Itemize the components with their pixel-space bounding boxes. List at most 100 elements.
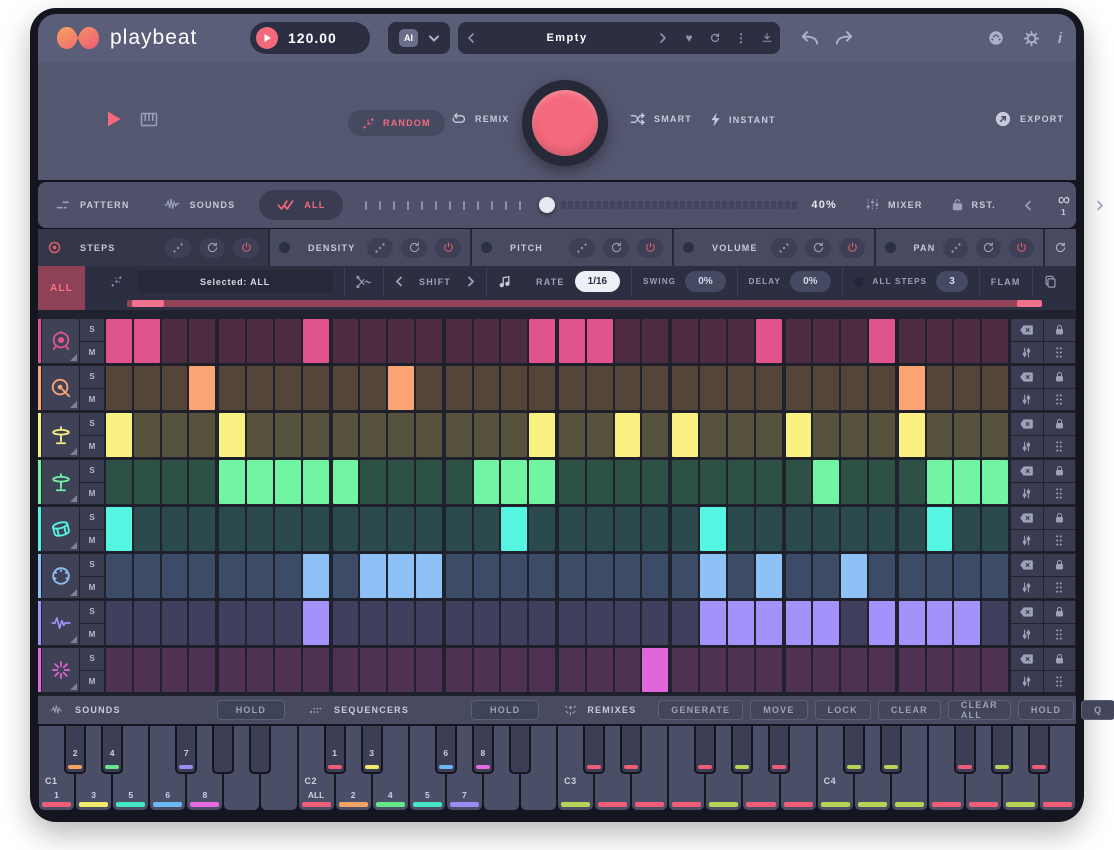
step-kick-25[interactable]	[786, 319, 812, 363]
step-synth-6[interactable]	[247, 601, 273, 645]
step-snare-7[interactable]	[275, 366, 301, 410]
randomize-pitch-dice-icon[interactable]	[569, 238, 595, 258]
step-synth-27[interactable]	[841, 601, 867, 645]
step-kick-32[interactable]	[982, 319, 1008, 363]
step-tom-4[interactable]	[189, 507, 215, 551]
step-hihat-1-3[interactable]	[162, 413, 188, 457]
step-snare-12[interactable]	[416, 366, 442, 410]
step-synth-8-active[interactable]	[303, 601, 329, 645]
step-tambourine-16[interactable]	[529, 554, 555, 598]
clear-x-icon-hihat-1[interactable]	[1011, 413, 1043, 435]
sliders-icon-clap[interactable]	[1011, 671, 1043, 693]
step-snare-9[interactable]	[333, 366, 359, 410]
step-tom-21[interactable]	[672, 507, 698, 551]
step-hihat-1-24[interactable]	[756, 413, 782, 457]
step-clap-26[interactable]	[813, 648, 839, 692]
step-hihat-1-8[interactable]	[303, 413, 329, 457]
step-snare-25[interactable]	[786, 366, 812, 410]
reset-button[interactable]: RST.	[972, 200, 996, 210]
step-clap-8[interactable]	[303, 648, 329, 692]
step-tom-19[interactable]	[615, 507, 641, 551]
step-hihat-1-1-active[interactable]	[106, 413, 132, 457]
power-volume-icon[interactable]	[839, 238, 865, 258]
step-hihat-1-21-active[interactable]	[672, 413, 698, 457]
step-clap-4[interactable]	[189, 648, 215, 692]
step-tom-30-active[interactable]	[927, 507, 953, 551]
step-clap-15[interactable]	[501, 648, 527, 692]
step-synth-5[interactable]	[219, 601, 245, 645]
all-steps-value[interactable]: 3	[936, 271, 968, 292]
smart-button[interactable]: SMART	[630, 112, 692, 126]
info-icon[interactable]: i	[1058, 30, 1062, 47]
reset-volume-icon[interactable]	[805, 238, 831, 258]
clear-x-icon-snare[interactable]	[1011, 366, 1043, 388]
drag-dots-icon-tom[interactable]	[1044, 530, 1076, 552]
step-synth-15[interactable]	[501, 601, 527, 645]
step-hihat-2-7-active[interactable]	[275, 460, 301, 504]
step-tambourine-18[interactable]	[587, 554, 613, 598]
step-snare-13[interactable]	[446, 366, 472, 410]
power-pitch-icon[interactable]	[637, 238, 663, 258]
pattern-tab[interactable]: PATTERN	[80, 200, 130, 210]
black-key[interactable]	[880, 726, 902, 774]
step-kick-24-active[interactable]	[756, 319, 782, 363]
step-hihat-2-1[interactable]	[106, 460, 132, 504]
step-hihat-2-13[interactable]	[446, 460, 472, 504]
step-hihat-2-3[interactable]	[162, 460, 188, 504]
step-hihat-1-15[interactable]	[501, 413, 527, 457]
reset-steps-icon[interactable]	[199, 238, 225, 258]
step-tambourine-20[interactable]	[642, 554, 668, 598]
settings-gear-icon[interactable]	[1023, 30, 1040, 47]
black-key[interactable]	[1028, 726, 1050, 774]
step-snare-10[interactable]	[360, 366, 386, 410]
step-tambourine-21[interactable]	[672, 554, 698, 598]
remix-button[interactable]: REMIX	[450, 112, 510, 126]
solo-button-snare[interactable]: S	[80, 366, 104, 388]
step-hihat-1-5-active[interactable]	[219, 413, 245, 457]
loop-prev-icon[interactable]	[1024, 200, 1032, 211]
black-key-1[interactable]: 1	[324, 726, 346, 774]
lock-icon-snare[interactable]	[1044, 366, 1076, 388]
step-clap-32[interactable]	[982, 648, 1008, 692]
step-clap-14[interactable]	[474, 648, 500, 692]
step-kick-17-active[interactable]	[559, 319, 585, 363]
step-tom-22-active[interactable]	[700, 507, 726, 551]
step-snare-20[interactable]	[642, 366, 668, 410]
step-kick-1-active[interactable]	[106, 319, 132, 363]
drag-dots-icon-hihat-2[interactable]	[1044, 483, 1076, 505]
sliders-icon-synth[interactable]	[1011, 624, 1043, 646]
step-synth-19[interactable]	[615, 601, 641, 645]
step-hihat-2-32-active[interactable]	[982, 460, 1008, 504]
solo-button-clap[interactable]: S	[80, 648, 104, 670]
snare-stick-icon[interactable]	[42, 366, 79, 410]
step-hihat-2-6-active[interactable]	[247, 460, 273, 504]
mute-button-hihat-1[interactable]: M	[80, 436, 104, 458]
lock-icon-kick[interactable]	[1044, 319, 1076, 341]
mute-button-clap[interactable]: M	[80, 671, 104, 693]
step-clap-13[interactable]	[446, 648, 472, 692]
step-clap-28[interactable]	[869, 648, 895, 692]
step-synth-2[interactable]	[134, 601, 160, 645]
step-tom-24[interactable]	[756, 507, 782, 551]
step-kick-2-active[interactable]	[134, 319, 160, 363]
step-tambourine-8-active[interactable]	[303, 554, 329, 598]
step-kick-12[interactable]	[416, 319, 442, 363]
step-clap-6[interactable]	[247, 648, 273, 692]
drag-dots-icon-hihat-1[interactable]	[1044, 436, 1076, 458]
step-hihat-1-28[interactable]	[869, 413, 895, 457]
step-hihat-2-25[interactable]	[786, 460, 812, 504]
step-hihat-1-12[interactable]	[416, 413, 442, 457]
step-clap-11[interactable]	[388, 648, 414, 692]
step-synth-14[interactable]	[474, 601, 500, 645]
preset-prev-icon[interactable]	[458, 33, 484, 43]
lock-icon-tambourine[interactable]	[1044, 554, 1076, 576]
step-clap-24[interactable]	[756, 648, 782, 692]
step-tom-9[interactable]	[333, 507, 359, 551]
step-tom-13[interactable]	[446, 507, 472, 551]
black-key[interactable]	[954, 726, 976, 774]
step-tom-28[interactable]	[869, 507, 895, 551]
clear-x-icon-clap[interactable]	[1011, 648, 1043, 670]
step-hihat-2-16-active[interactable]	[529, 460, 555, 504]
black-key-3[interactable]: 3	[361, 726, 383, 774]
drag-dots-icon-snare[interactable]	[1044, 389, 1076, 411]
